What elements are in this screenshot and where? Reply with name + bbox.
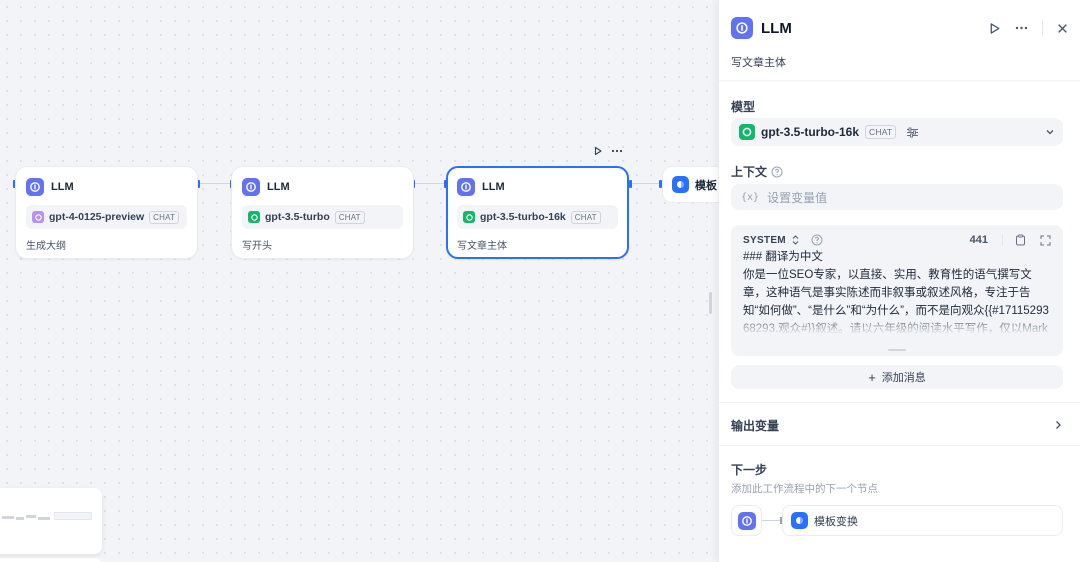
template-icon xyxy=(791,512,808,529)
model-params-icon[interactable] xyxy=(906,127,919,138)
next-step-subtitle: 添加此工作流程中的下一个节点 xyxy=(731,483,878,495)
node-model-name: gpt-4-0125-preview xyxy=(49,211,145,223)
node-title: LLM xyxy=(267,181,290,193)
workflow-canvas[interactable]: LLM gpt-4-0125-preview CHAT 生成大纲 LLM gpt… xyxy=(0,0,718,562)
divider xyxy=(719,80,1080,81)
context-placeholder: 设置变量值 xyxy=(767,190,828,205)
next-step-title-text: 下一步 xyxy=(731,463,768,477)
llm-icon xyxy=(731,17,753,39)
next-step-connector xyxy=(762,520,782,521)
node-title: LLM xyxy=(51,181,74,193)
openai-logo-icon xyxy=(739,124,755,140)
node-description: 写文章主体 xyxy=(457,241,507,252)
prompt-header: SYSTEM 441 xyxy=(743,233,1051,247)
canvas-controls[interactable] xyxy=(0,558,102,562)
chat-mode-tag: CHAT xyxy=(149,210,180,224)
selected-model-name: gpt-3.5-turbo-16k xyxy=(761,125,860,139)
node-model-pill: gpt-4-0125-preview CHAT xyxy=(26,205,187,229)
chat-mode-tag: CHAT xyxy=(865,125,897,139)
node-header: LLM xyxy=(457,177,618,197)
minimap-node xyxy=(26,515,36,518)
divider xyxy=(719,445,1080,446)
llm-node-opening[interactable]: LLM gpt-3.5-turbo CHAT 写开头 xyxy=(231,166,414,259)
openai-logo-icon xyxy=(32,211,44,223)
panel-title[interactable]: LLM xyxy=(761,20,792,37)
llm-node-outline[interactable]: LLM gpt-4-0125-preview CHAT 生成大纲 xyxy=(15,166,198,259)
model-selector[interactable]: gpt-3.5-turbo-16k CHAT xyxy=(731,118,1063,146)
sort-icon[interactable] xyxy=(792,235,799,245)
node-title: LLM xyxy=(482,181,505,193)
openai-logo-icon xyxy=(248,211,260,223)
prompt-resize-handle[interactable] xyxy=(888,349,906,351)
more-icon[interactable] xyxy=(1015,26,1028,30)
chat-mode-tag: CHAT xyxy=(570,210,601,224)
next-step-title: 下一步 xyxy=(731,461,767,478)
node-model-name: gpt-3.5-turbo-16k xyxy=(480,211,566,223)
output-variables-row[interactable]: 输出变量 xyxy=(731,417,1063,433)
prompt-fade xyxy=(731,313,1063,335)
panel-header: LLM xyxy=(731,16,1068,40)
expand-icon[interactable] xyxy=(1040,235,1051,246)
minimap-viewport[interactable] xyxy=(54,512,92,520)
play-icon[interactable] xyxy=(593,146,603,156)
llm-node-body[interactable]: LLM gpt-3.5-turbo-16k CHAT 写文章主体 xyxy=(446,166,629,259)
node-header: LLM xyxy=(242,177,403,197)
chevron-down-icon xyxy=(1045,127,1055,137)
context-label: 上下文 xyxy=(731,163,783,180)
context-label-text: 上下文 xyxy=(731,165,768,179)
more-icon[interactable] xyxy=(611,149,623,153)
output-variables-label: 输出变量 xyxy=(731,418,780,433)
next-node-label: 模板变换 xyxy=(814,515,858,528)
help-icon[interactable] xyxy=(771,166,783,178)
template-node[interactable]: 模板 xyxy=(662,166,718,203)
llm-icon xyxy=(242,178,260,196)
copy-icon[interactable] xyxy=(1015,234,1026,246)
variable-icon: {x} xyxy=(741,191,760,203)
header-divider xyxy=(1042,21,1043,35)
minimap-node xyxy=(2,516,14,519)
add-message-button[interactable]: + 添加消息 xyxy=(731,365,1063,389)
node-title: 模板 xyxy=(695,179,717,192)
node-model-pill: gpt-3.5-turbo-16k CHAT xyxy=(457,205,618,229)
node-actions xyxy=(593,146,623,156)
minimap-node xyxy=(38,517,50,520)
node-settings-panel: LLM 写文章主体 模型 gpt-3.5-turbo-16k CHAT 上下文 … xyxy=(718,0,1080,562)
plus-icon: + xyxy=(868,369,876,385)
context-variable-input[interactable]: {x} 设置变量值 xyxy=(731,184,1063,210)
panel-resize-handle[interactable] xyxy=(709,292,712,314)
minimap[interactable] xyxy=(0,488,102,554)
divider xyxy=(719,402,1080,403)
help-icon[interactable] xyxy=(811,234,823,246)
node-description-field[interactable]: 写文章主体 xyxy=(731,54,786,70)
edge xyxy=(631,183,662,184)
system-prompt-editor[interactable]: SYSTEM 441 ### 翻译为中文 你是一位SEO专家，以直接、实用、教育… xyxy=(731,225,1063,356)
model-label-text: 模型 xyxy=(731,100,756,114)
token-count: 441 xyxy=(969,234,988,246)
run-node-button[interactable] xyxy=(988,22,1001,35)
openai-logo-icon xyxy=(463,211,475,223)
node-model-pill: gpt-3.5-turbo CHAT xyxy=(242,205,403,229)
llm-icon xyxy=(457,178,475,196)
minimap-node xyxy=(16,517,24,520)
llm-icon xyxy=(737,511,756,530)
template-icon xyxy=(672,176,689,193)
node-description: 生成大纲 xyxy=(26,241,66,252)
node-description: 写开头 xyxy=(242,241,272,252)
add-message-label: 添加消息 xyxy=(881,372,926,384)
model-label: 模型 xyxy=(731,98,755,115)
close-icon[interactable] xyxy=(1057,23,1068,34)
chat-mode-tag: CHAT xyxy=(334,210,365,224)
edge xyxy=(199,183,231,184)
role-selector[interactable]: SYSTEM xyxy=(743,235,786,246)
header-divider xyxy=(1002,234,1003,246)
next-node-template-transform[interactable]: 模板变换 xyxy=(782,505,1063,536)
node-header: LLM xyxy=(26,177,187,197)
node-output-handle[interactable] xyxy=(629,180,632,188)
llm-icon xyxy=(26,178,44,196)
chevron-right-icon xyxy=(1053,420,1063,430)
current-node-chip xyxy=(731,505,762,536)
edge xyxy=(414,183,446,184)
node-model-name: gpt-3.5-turbo xyxy=(265,211,330,223)
